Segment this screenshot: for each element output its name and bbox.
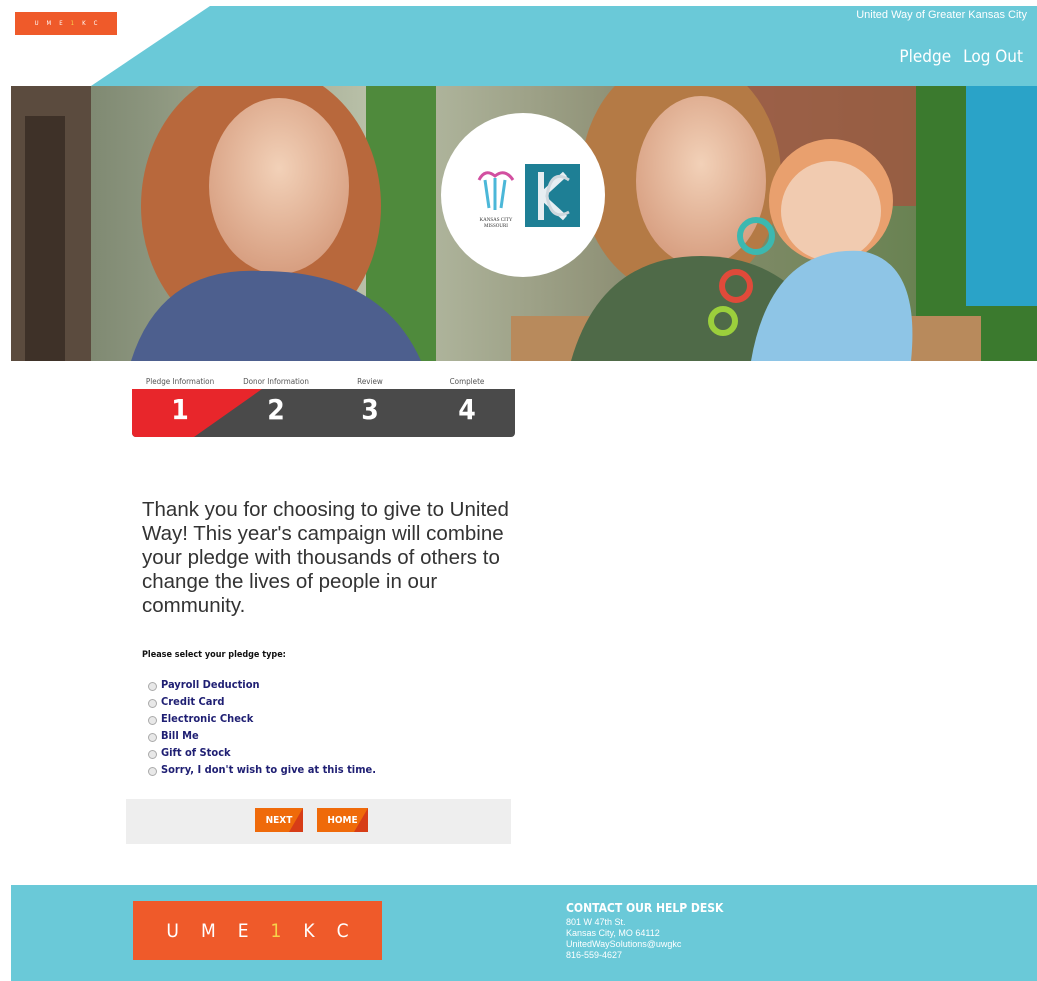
help-desk-title: CONTACT OUR HELP DESK	[566, 901, 724, 915]
step-progress-bar: 1 2 3 4	[132, 389, 515, 437]
next-button-label: NEXT	[265, 814, 293, 826]
logo-letter: K	[303, 919, 315, 942]
footer: U M E 1 K C CONTACT OUR HELP DESK 801 W …	[11, 885, 1037, 981]
logo-letter: U	[166, 919, 179, 942]
help-phone[interactable]: 816-559-4627	[566, 950, 723, 961]
step-number-3: 3	[361, 393, 379, 426]
help-address-line1: 801 W 47th St.	[566, 917, 626, 927]
pledge-option[interactable]: Bill Me	[148, 727, 376, 744]
pledge-type-prompt: Please select your pledge type:	[142, 650, 286, 660]
ume1kc-footer-logo[interactable]: U M E 1 K C	[133, 901, 382, 960]
pledge-option[interactable]: Payroll Deduction	[148, 676, 376, 693]
intro-text: Thank you for choosing to give to United…	[142, 498, 509, 617]
step-label-complete: Complete	[449, 377, 485, 386]
pledge-option-label[interactable]: Credit Card	[161, 695, 224, 708]
logo-letter: C	[336, 919, 349, 942]
radio-button[interactable]	[148, 698, 157, 708]
kc-text-line1: KANSAS CITY	[480, 218, 513, 223]
help-desk-contact: CONTACT OUR HELP DESK 801 W 47th St. Kan…	[566, 901, 723, 961]
pledge-option-label[interactable]: Gift of Stock	[161, 746, 231, 759]
nav-pledge-link[interactable]: Pledge	[899, 47, 951, 67]
kc-text-line2: MISSOURI	[484, 224, 508, 229]
kansas-city-fountain-icon: KANSAS CITY MISSOURI	[477, 171, 515, 229]
radio-button[interactable]	[148, 732, 157, 742]
next-button[interactable]: NEXT	[255, 808, 303, 832]
logo-letter: 1	[70, 20, 75, 27]
pledge-option-label[interactable]: Payroll Deduction	[161, 678, 260, 691]
radio-button[interactable]	[148, 749, 157, 759]
top-nav: Pledge Log Out	[899, 47, 1023, 67]
logo-letter: 1	[270, 919, 282, 942]
partner-logo-circle	[441, 113, 605, 277]
form-actions-bar: NEXT HOME	[126, 799, 511, 844]
pledge-option[interactable]: Credit Card	[148, 693, 376, 710]
logo-letter: E	[237, 919, 249, 942]
pledge-option[interactable]: Gift of Stock	[148, 744, 376, 761]
help-address-line2: Kansas City, MO 64112	[566, 928, 660, 938]
logo-letter: K	[82, 20, 86, 27]
pledge-option-label[interactable]: Electronic Check	[161, 712, 253, 725]
logo-letter: E	[59, 20, 63, 27]
pledge-option-label[interactable]: Bill Me	[161, 729, 199, 742]
step-label-pledge-information: Pledge Information	[145, 377, 215, 386]
pledge-option[interactable]: Electronic Check	[148, 710, 376, 727]
step-number-4: 4	[458, 393, 476, 426]
nav-logout-link[interactable]: Log Out	[963, 47, 1023, 67]
pledge-option-label[interactable]: Sorry, I don't wish to give at this time…	[161, 763, 376, 776]
step-label-donor-information: Donor Information	[243, 377, 309, 386]
radio-button[interactable]	[148, 766, 157, 776]
org-name: United Way of Greater Kansas City	[856, 9, 1027, 21]
step-number-1: 1	[171, 393, 189, 426]
logo-letter: U	[34, 20, 39, 27]
help-email[interactable]: UnitedWaySolutions@uwgkc	[566, 939, 723, 950]
step-labels: Pledge Information Donor Information Rev…	[132, 377, 515, 389]
step-number-2: 2	[267, 393, 285, 426]
logo-letter: C	[93, 20, 98, 27]
pledge-type-options: Payroll Deduction Credit Card Electronic…	[148, 676, 376, 778]
radio-button[interactable]	[148, 715, 157, 725]
logo-letter: M	[46, 20, 52, 27]
ume1kc-logo[interactable]: U M E 1 K C	[15, 12, 117, 35]
radio-button[interactable]	[148, 681, 157, 691]
step-label-review: Review	[357, 377, 383, 386]
home-button-label: HOME	[327, 814, 358, 826]
pledge-option[interactable]: Sorry, I don't wish to give at this time…	[148, 761, 376, 778]
logo-letter: M	[200, 919, 216, 942]
home-button[interactable]: HOME	[317, 808, 368, 832]
kc-monogram-icon	[525, 164, 580, 227]
